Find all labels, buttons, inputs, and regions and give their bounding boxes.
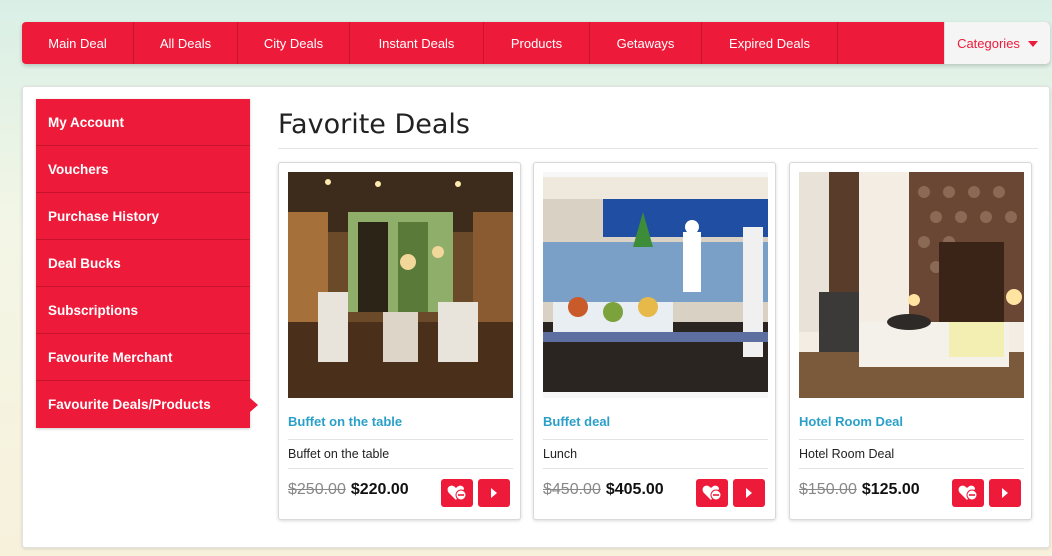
view-deal-button[interactable] (733, 479, 765, 507)
nav-main-deal[interactable]: Main Deal (22, 22, 134, 64)
play-arrow-icon (1002, 488, 1008, 498)
new-price: $405.00 (605, 481, 664, 498)
deal-subtitle: Lunch (543, 447, 578, 461)
remove-favorite-button[interactable] (952, 479, 984, 507)
deal-image-buffet[interactable] (543, 172, 768, 398)
sidebar-item-label: Favourite Merchant (48, 349, 173, 365)
nav-getaways[interactable]: Getaways (590, 22, 702, 64)
deal-subtitle: Hotel Room Deal (799, 447, 895, 461)
nav-label: Getaways (616, 35, 675, 51)
nav-label: All Deals (159, 35, 212, 51)
sidebar-item-label: Subscriptions (48, 302, 139, 318)
sidebar-item-label: Favourite Deals/Products (48, 397, 211, 412)
sidebar-item-favourite-merchant[interactable]: Favourite Merchant (36, 334, 250, 381)
nav-instant-deals[interactable]: Instant Deals (350, 22, 484, 64)
main-panel: My Account Vouchers Purchase History Dea… (22, 86, 1050, 548)
remove-favorite-button[interactable] (441, 479, 473, 507)
sidebar-item-label: Purchase History (48, 208, 160, 224)
nav-label: Products (510, 35, 563, 51)
caret-down-icon (1027, 41, 1038, 47)
deal-title-link[interactable]: Buffet deal (543, 414, 610, 429)
price-row: $450.00 $405.00 (543, 481, 664, 499)
deal-card: Buffet deal Lunch $450.00 $405.00 (533, 162, 776, 520)
heart-remove-icon (702, 485, 722, 501)
nav-products[interactable]: Products (484, 22, 590, 64)
price-row: $250.00 $220.00 (288, 481, 409, 499)
heart-remove-icon (447, 485, 467, 501)
old-price: $250.00 (288, 481, 346, 498)
deal-image-restaurant[interactable] (288, 172, 513, 398)
deal-image-hotel-room[interactable] (799, 172, 1024, 398)
deal-title-link[interactable]: Buffet on the table (288, 414, 402, 429)
divider (288, 468, 513, 469)
play-arrow-icon (746, 488, 752, 498)
nav-label: Instant Deals (378, 35, 455, 51)
nav-city-deals[interactable]: City Deals (238, 22, 350, 64)
sidebar-item-vouchers[interactable]: Vouchers (36, 146, 250, 193)
heart-remove-icon (958, 485, 978, 501)
title-divider (278, 148, 1038, 149)
play-arrow-icon (491, 488, 497, 498)
new-price: $220.00 (350, 481, 409, 498)
sidebar-item-favourite-deals[interactable]: Favourite Deals/Products (36, 381, 258, 428)
nav-expired-deals[interactable]: Expired Deals (702, 22, 838, 64)
sidebar-item-label: Vouchers (48, 161, 109, 177)
divider (543, 468, 768, 469)
sidebar-item-purchase-history[interactable]: Purchase History (36, 193, 250, 240)
nav-label: Expired Deals (729, 35, 810, 51)
deal-subtitle: Buffet on the table (288, 447, 390, 461)
categories-label: Categories (957, 35, 1020, 51)
top-navigation: Main Deal All Deals City Deals Instant D… (22, 22, 1050, 64)
old-price: $150.00 (799, 481, 857, 498)
remove-favorite-button[interactable] (696, 479, 728, 507)
sidebar-item-label: Deal Bucks (48, 255, 121, 271)
sidebar-item-deal-bucks[interactable]: Deal Bucks (36, 240, 250, 287)
nav-all-deals[interactable]: All Deals (134, 22, 238, 64)
nav-label: Main Deal (48, 35, 107, 51)
sidebar-item-subscriptions[interactable]: Subscriptions (36, 287, 250, 334)
deal-card: Hotel Room Deal Hotel Room Deal $150.00 … (789, 162, 1032, 520)
divider (799, 468, 1024, 469)
divider (543, 439, 768, 440)
view-deal-button[interactable] (478, 479, 510, 507)
sidebar-item-label: My Account (48, 114, 125, 130)
deal-card: Buffet on the table Buffet on the table … (278, 162, 521, 520)
old-price: $450.00 (543, 481, 601, 498)
divider (288, 439, 513, 440)
deal-title-link[interactable]: Hotel Room Deal (799, 414, 903, 429)
account-sidebar: My Account Vouchers Purchase History Dea… (36, 99, 258, 428)
view-deal-button[interactable] (989, 479, 1021, 507)
categories-dropdown[interactable]: Categories (944, 22, 1050, 64)
divider (799, 439, 1024, 440)
nav-label: City Deals (263, 35, 324, 51)
new-price: $125.00 (861, 481, 920, 498)
page-title: Favorite Deals (278, 109, 470, 140)
price-row: $150.00 $125.00 (799, 481, 920, 499)
sidebar-item-my-account[interactable]: My Account (36, 99, 250, 146)
